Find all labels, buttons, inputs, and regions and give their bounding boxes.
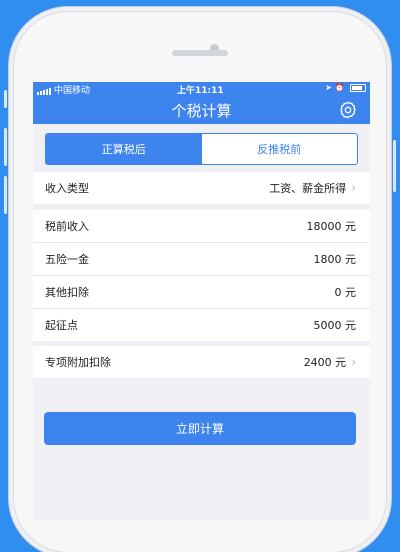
settings-icon[interactable] (338, 100, 358, 120)
insurance-fund-row[interactable]: 五险一金 1800 元 (33, 243, 370, 275)
insurance-fund-label: 五险一金 (45, 253, 89, 266)
threshold-row[interactable]: 起征点 5000 元 (33, 309, 370, 341)
insurance-fund-value[interactable]: 1800 元 (314, 251, 357, 267)
special-deduction-value: 2400 元 (303, 356, 347, 369)
carrier-label: 中国移动 (54, 86, 91, 96)
chevron-right-icon: › (351, 355, 356, 369)
calculate-button[interactable]: 立即计算 (44, 412, 356, 445)
power-button (393, 140, 396, 192)
volume-up-button (4, 128, 7, 166)
page-title: 个税计算 (171, 102, 232, 120)
income-type-row[interactable]: 收入类型 工资、薪金所得 › (33, 172, 370, 204)
pretax-income-value[interactable]: 18000 元 (307, 218, 357, 234)
special-deduction-row[interactable]: 专项附加扣除 2400 元 › (33, 346, 370, 378)
volume-down-button (4, 176, 7, 214)
income-type-label: 收入类型 (45, 182, 89, 195)
mute-switch (4, 90, 7, 108)
app-header: 中国移动 上午11:11 ➤ ⏰ 个税计算 (33, 82, 370, 124)
threshold-label: 起征点 (45, 319, 78, 332)
other-deduction-value[interactable]: 0 元 (335, 284, 357, 300)
other-deduction-label: 其他扣除 (45, 286, 89, 299)
tab-after-tax[interactable]: 正算税后 (46, 134, 202, 164)
chevron-right-icon: › (351, 181, 356, 195)
signal-icon (37, 85, 52, 95)
other-deduction-row[interactable]: 其他扣除 0 元 (33, 276, 370, 308)
app-screen: 中国移动 上午11:11 ➤ ⏰ 个税计算 正算税后 反推税前 收入类型 工资、… (33, 82, 370, 520)
tab-reverse-pretax[interactable]: 反推税前 (202, 134, 358, 164)
threshold-value[interactable]: 5000 元 (314, 317, 357, 333)
income-type-value: 工资、薪金所得 (269, 182, 347, 195)
location-icon: ➤ (325, 83, 332, 92)
speaker (172, 50, 228, 56)
alarm-icon: ⏰ (334, 83, 345, 92)
calc-mode-switch: 正算税后 反推税前 (45, 133, 358, 165)
pretax-income-label: 税前收入 (45, 220, 89, 233)
pretax-income-row[interactable]: 税前收入 18000 元 (33, 210, 370, 242)
status-bar: 中国移动 上午11:11 ➤ ⏰ (33, 82, 370, 96)
special-deduction-label: 专项附加扣除 (45, 356, 111, 369)
status-icons: ➤ ⏰ (325, 83, 366, 92)
status-time: 上午11:11 (177, 86, 224, 96)
battery-icon (350, 83, 366, 92)
